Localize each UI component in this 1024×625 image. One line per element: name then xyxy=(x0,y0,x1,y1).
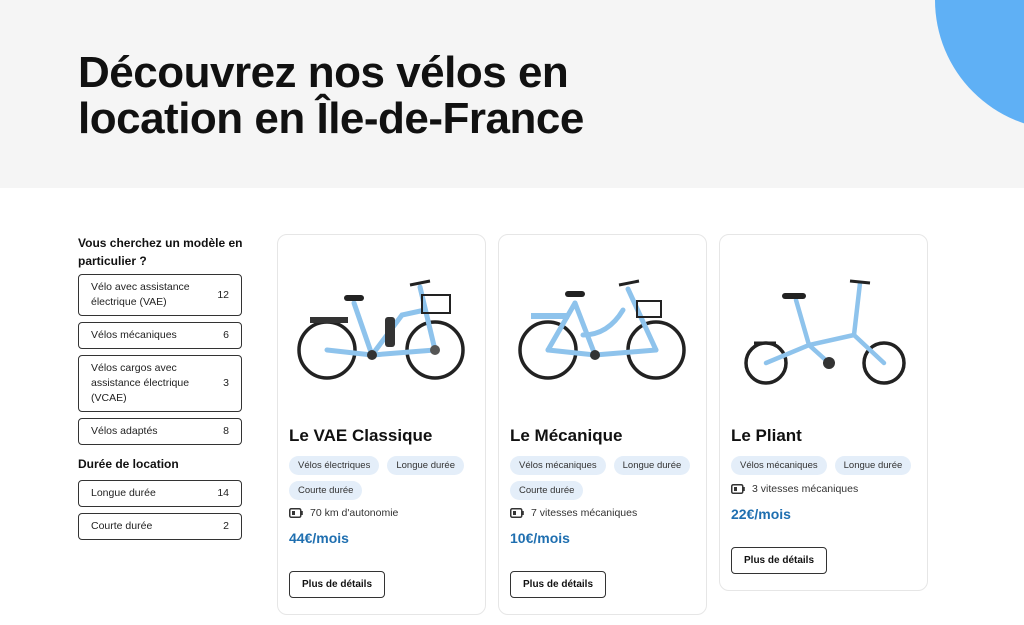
filter-option-courte-duree[interactable]: Courte durée 2 xyxy=(78,513,242,540)
product-card-vae-classique[interactable]: Le VAE Classique Vélos électriques Longu… xyxy=(277,234,486,615)
filter-option-adaptes[interactable]: Vélos adaptés 8 xyxy=(78,418,242,445)
model-filter-title: Vous cherchez un modèle en particulier ? xyxy=(78,236,243,268)
product-name: Le Mécanique xyxy=(510,426,623,445)
page-title: Découvrez nos vélos en location en Île-d… xyxy=(78,48,584,143)
filter-option-count: 3 xyxy=(223,377,229,389)
product-tag: Vélos électriques xyxy=(289,456,380,475)
product-tag: Vélos mécaniques xyxy=(731,456,827,475)
product-tags: Vélos électriques Longue durée Courte du… xyxy=(289,456,479,500)
product-price: 44€/mois xyxy=(289,530,349,546)
product-tag: Longue durée xyxy=(834,456,912,475)
filter-option-mecaniques[interactable]: Vélos mécaniques 6 xyxy=(78,322,242,349)
details-button[interactable]: Plus de détails xyxy=(289,571,386,598)
filter-option-label: Courte durée xyxy=(91,520,153,532)
filter-option-count: 14 xyxy=(217,487,229,499)
bike-image-mecanique xyxy=(518,279,686,380)
product-tags: Vélos mécaniques Longue durée xyxy=(731,456,921,475)
battery-icon xyxy=(731,484,745,494)
product-name: Le Pliant xyxy=(731,426,802,445)
details-button[interactable]: Plus de détails xyxy=(510,571,607,598)
product-tag: Vélos mécaniques xyxy=(510,456,606,475)
product-tags: Vélos mécaniques Longue durée Courte dur… xyxy=(510,456,700,500)
hero-banner: Découvrez nos vélos en location en Île-d… xyxy=(0,0,1024,188)
product-spec-text: 7 vitesses mécaniques xyxy=(531,507,638,519)
decorative-blob xyxy=(935,0,1024,130)
battery-icon xyxy=(289,508,303,518)
product-price: 22€/mois xyxy=(731,506,791,522)
product-name: Le VAE Classique xyxy=(289,426,433,445)
product-tag: Courte durée xyxy=(510,481,584,500)
filter-option-label: Vélos adaptés xyxy=(91,425,158,437)
filter-option-vae[interactable]: Vélo avec assistance électrique (VAE) 12 xyxy=(78,274,242,316)
filter-option-count: 2 xyxy=(223,520,229,532)
filter-option-count: 12 xyxy=(217,288,229,301)
filter-option-label: Vélos mécaniques xyxy=(91,329,177,341)
product-tag: Longue durée xyxy=(613,456,691,475)
filter-option-label: Vélos cargos avec assistance électrique … xyxy=(91,362,190,404)
filter-option-count: 8 xyxy=(223,425,229,437)
filter-option-label: Longue durée xyxy=(91,487,156,499)
filter-sidebar: Vous cherchez un modèle en particulier ?… xyxy=(78,234,243,546)
product-spec: 3 vitesses mécaniques xyxy=(731,483,858,495)
product-spec-text: 70 km d'autonomie xyxy=(310,507,399,519)
product-tag: Longue durée xyxy=(387,456,464,475)
filter-option-count: 6 xyxy=(223,329,229,341)
product-card-mecanique[interactable]: Le Mécanique Vélos mécaniques Longue dur… xyxy=(498,234,707,615)
filter-option-longue-duree[interactable]: Longue durée 14 xyxy=(78,480,242,507)
filter-option-vcae[interactable]: Vélos cargos avec assistance électrique … xyxy=(78,355,242,412)
product-card-pliant[interactable]: Le Pliant Vélos mécaniques Longue durée … xyxy=(719,234,928,591)
product-spec: 7 vitesses mécaniques xyxy=(510,507,637,519)
bike-image-vae xyxy=(297,279,465,380)
product-tag: Courte durée xyxy=(289,481,363,500)
bike-image-pliant xyxy=(744,279,906,385)
product-spec-text: 3 vitesses mécaniques xyxy=(752,483,859,495)
product-spec: 70 km d'autonomie xyxy=(289,507,398,519)
battery-icon xyxy=(510,508,524,518)
details-button[interactable]: Plus de détails xyxy=(731,547,828,574)
duration-filter-title: Durée de location xyxy=(78,457,179,471)
filter-option-label: Vélo avec assistance électrique (VAE) xyxy=(91,281,190,308)
product-price: 10€/mois xyxy=(510,530,570,546)
